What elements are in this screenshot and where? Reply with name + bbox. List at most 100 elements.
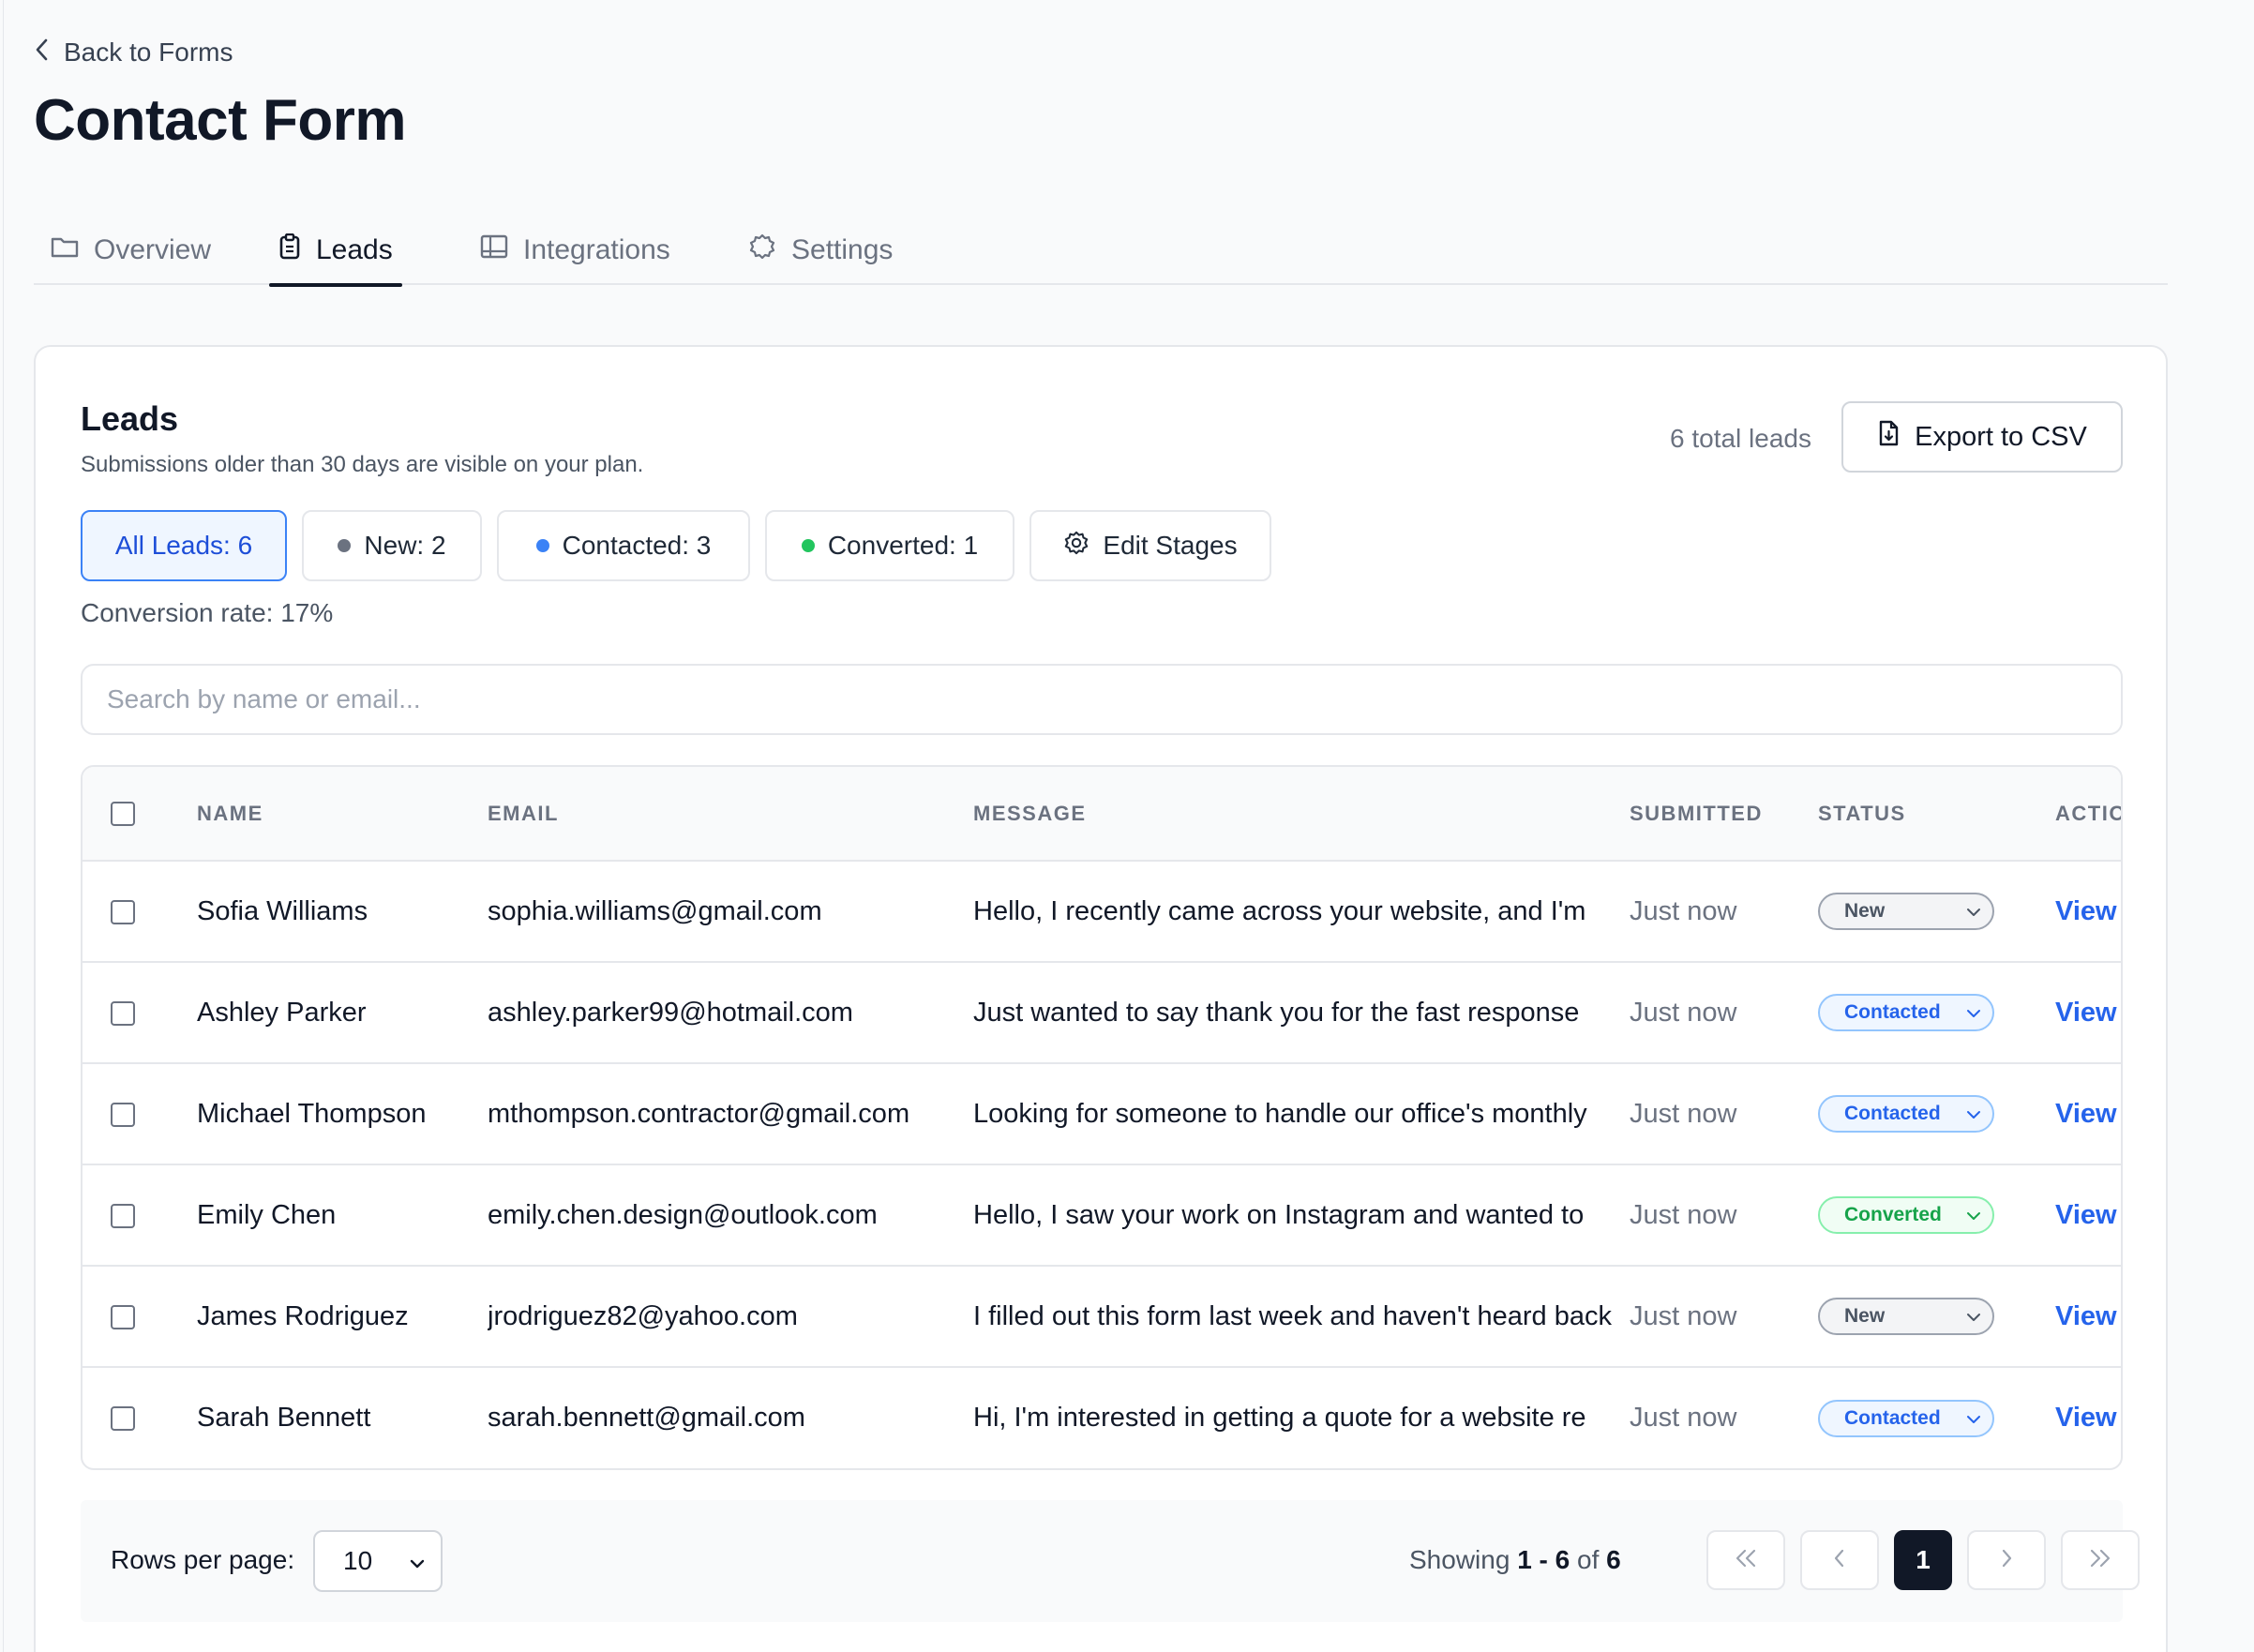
last-page-button[interactable] xyxy=(2061,1530,2140,1590)
new-status-dot xyxy=(338,539,352,552)
next-page-button[interactable] xyxy=(1967,1530,2046,1590)
chevron-right-icon xyxy=(1999,1548,2014,1573)
lead-message: Hi, I'm interested in getting a quote fo… xyxy=(973,1403,1586,1433)
view-lead-link[interactable]: View xyxy=(2055,1301,2117,1331)
tab-leads[interactable]: Leads xyxy=(269,216,402,287)
lead-submitted: Just now xyxy=(1630,1063,1818,1165)
filter-chip-converted-label: Converted: 1 xyxy=(827,531,979,560)
lead-email: mthompson.contractor@gmail.com xyxy=(488,1063,973,1165)
rows-per-page-select[interactable]: 10 xyxy=(313,1530,443,1592)
tab-integrations[interactable]: Integrations xyxy=(471,216,680,285)
gear-icon xyxy=(1063,530,1089,563)
tab-leads-label: Leads xyxy=(316,234,393,265)
lead-submitted: Just now xyxy=(1630,861,1818,963)
file-download-icon xyxy=(1877,420,1900,454)
column-header-submitted[interactable]: SUBMITTED xyxy=(1630,767,1818,862)
status-select[interactable]: Contacted xyxy=(1818,1095,1994,1133)
chevron-down-icon xyxy=(1966,1204,1981,1226)
filter-chip-new-label: New: 2 xyxy=(364,531,446,560)
table-row[interactable]: Sofia Williams sophia.williams@gmail.com H… xyxy=(83,861,2121,963)
status-select[interactable]: Contacted xyxy=(1818,994,1994,1031)
previous-page-button[interactable] xyxy=(1800,1530,1879,1590)
export-csv-button[interactable]: Export to CSV xyxy=(1841,401,2123,473)
column-header-email[interactable]: EMAIL xyxy=(488,767,973,862)
contacted-status-dot xyxy=(535,539,549,552)
view-lead-link[interactable]: View xyxy=(2055,1200,2117,1230)
filter-chip-converted[interactable]: Converted: 1 xyxy=(765,510,1014,581)
column-header-actions: ACTIONS xyxy=(2055,767,2121,862)
status-label: Contacted xyxy=(1844,1406,1941,1429)
clipboard-icon xyxy=(278,233,301,267)
lead-message: Looking for someone to handle our office… xyxy=(973,1063,1630,1165)
filter-chip-contacted-label: Contacted: 3 xyxy=(562,531,712,560)
select-all-checkbox[interactable] xyxy=(111,802,135,827)
tab-overview-label: Overview xyxy=(94,234,212,265)
filter-chip-all[interactable]: All Leads: 6 xyxy=(81,510,287,581)
lead-email: ashley.parker99@hotmail.com xyxy=(488,962,973,1064)
table-row[interactable]: Ashley Parker ashley.parker99@hotmail.com… xyxy=(83,962,2121,1064)
status-select[interactable]: Converted xyxy=(1818,1196,1994,1234)
chevron-down-icon xyxy=(1966,1305,1981,1328)
status-select[interactable]: New xyxy=(1818,893,1994,930)
first-page-button[interactable] xyxy=(1706,1530,1785,1590)
row-checkbox[interactable] xyxy=(111,1000,135,1026)
chevron-down-icon xyxy=(1966,900,1981,923)
export-csv-label: Export to CSV xyxy=(1915,421,2087,452)
showing-range-value: 1 - 6 xyxy=(1517,1545,1570,1574)
converted-status-dot xyxy=(801,539,815,552)
view-lead-link[interactable]: View xyxy=(2055,1099,2117,1129)
showing-total: 6 xyxy=(1606,1545,1621,1574)
page-button-current[interactable]: 1 xyxy=(1894,1530,1952,1590)
back-link-label: Back to Forms xyxy=(64,38,233,67)
table-header-row: NAME EMAIL MESSAGE SUBMITTED STATUS ACTI… xyxy=(83,767,2121,862)
chevron-down-icon xyxy=(1966,1407,1981,1430)
window-edge xyxy=(3,0,4,1652)
row-checkbox[interactable] xyxy=(111,1102,135,1127)
row-checkbox[interactable] xyxy=(111,1406,135,1432)
column-header-name[interactable]: NAME xyxy=(197,767,488,862)
leads-card-title: Leads xyxy=(81,399,179,438)
tab-bar: Overview Leads Integrations Settings xyxy=(34,216,2168,287)
filter-chip-new[interactable]: New: 2 xyxy=(302,510,482,581)
leads-table: NAME EMAIL MESSAGE SUBMITTED STATUS ACTI… xyxy=(81,765,2123,1470)
filter-chip-contacted[interactable]: Contacted: 3 xyxy=(497,510,750,581)
lead-message: Hello, I saw your work on Instagram and … xyxy=(973,1164,1630,1267)
lead-name: Emily Chen xyxy=(197,1164,488,1267)
status-label: New xyxy=(1844,900,1886,922)
status-label: Contacted xyxy=(1844,1001,1941,1023)
row-checkbox[interactable] xyxy=(111,1304,135,1329)
status-select[interactable]: New xyxy=(1818,1298,1994,1335)
row-checkbox[interactable] xyxy=(111,1203,135,1228)
filter-chip-all-label: All Leads: 6 xyxy=(114,531,253,560)
view-lead-link[interactable]: View xyxy=(2055,998,2117,1028)
tab-settings[interactable]: Settings xyxy=(739,216,902,285)
status-label: Converted xyxy=(1844,1204,1942,1225)
table-row[interactable]: Michael Thompson mthompson.contractor@gma… xyxy=(83,1063,2121,1165)
column-header-message: MESSAGE xyxy=(973,767,1630,862)
lead-submitted: Just now xyxy=(1630,1403,1737,1433)
table-row[interactable]: James Rodriguez jrodriguez82@yahoo.com I f… xyxy=(83,1266,2121,1368)
edit-stages-label: Edit Stages xyxy=(1103,531,1238,560)
tab-overview[interactable]: Overview xyxy=(41,216,220,285)
lead-name: Ashley Parker xyxy=(197,962,488,1064)
column-header-status[interactable]: STATUS xyxy=(1818,767,2055,862)
lead-message: I filled out this form last week and hav… xyxy=(973,1266,1630,1368)
gear-icon xyxy=(748,233,776,268)
chevron-down-icon xyxy=(1966,1103,1981,1125)
status-label: Contacted xyxy=(1844,1103,1941,1124)
edit-stages-button[interactable]: Edit Stages xyxy=(1029,510,1271,581)
lead-name: Sarah Bennett xyxy=(197,1403,371,1433)
status-select[interactable]: Contacted xyxy=(1818,1399,1994,1437)
back-to-forms-link[interactable]: Back to Forms xyxy=(34,36,233,69)
view-lead-link[interactable]: View xyxy=(2055,1403,2117,1433)
search-input[interactable] xyxy=(81,664,2123,735)
chevron-down-icon xyxy=(1966,1001,1981,1024)
tab-integrations-label: Integrations xyxy=(523,234,670,265)
table-row[interactable]: Sarah Bennett sarah.bennett@gmail.com Hi, … xyxy=(83,1367,2121,1468)
row-checkbox[interactable] xyxy=(111,899,135,924)
table-row[interactable]: Emily Chen emily.chen.design@outlook.com H… xyxy=(83,1164,2121,1267)
folder-icon xyxy=(51,234,79,266)
showing-prefix: Showing xyxy=(1409,1545,1510,1574)
view-lead-link[interactable]: View xyxy=(2055,896,2117,926)
tab-settings-label: Settings xyxy=(791,234,894,265)
